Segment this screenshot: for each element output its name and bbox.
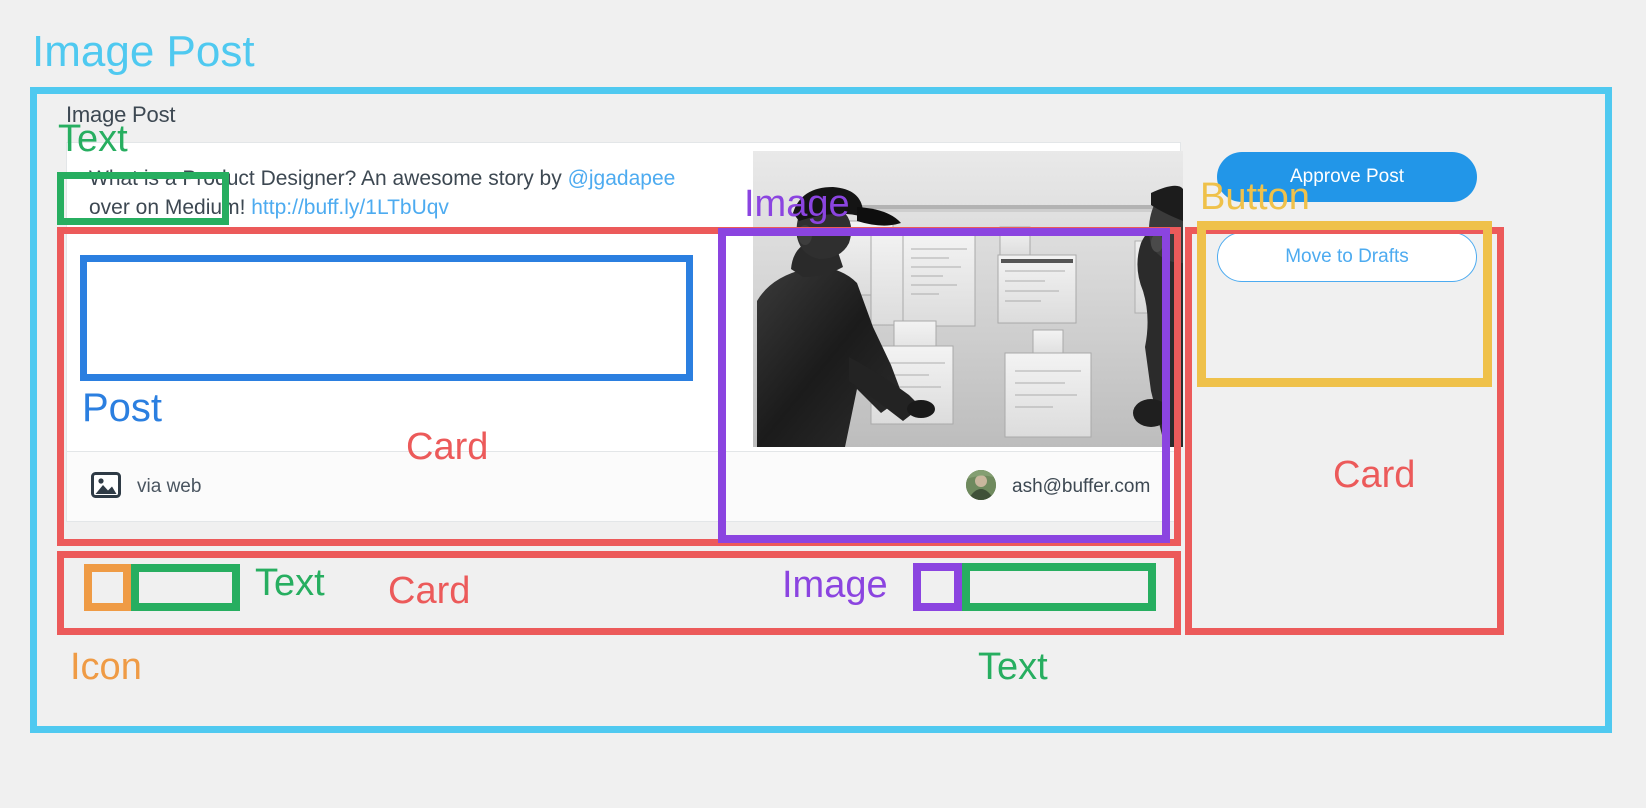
annotation-box-text-title	[57, 172, 229, 225]
annotation-box-post	[80, 255, 693, 381]
annotation-box-icon	[84, 564, 131, 611]
annotation-box-text-via-web	[131, 564, 240, 611]
annotation-box-image-photo	[718, 228, 1170, 543]
annotation-box-text-account	[962, 563, 1156, 611]
annotation-label-image-post: Image Post	[32, 27, 255, 76]
annotation-box-image-avatar	[913, 563, 962, 611]
annotation-box-button	[1197, 221, 1492, 387]
